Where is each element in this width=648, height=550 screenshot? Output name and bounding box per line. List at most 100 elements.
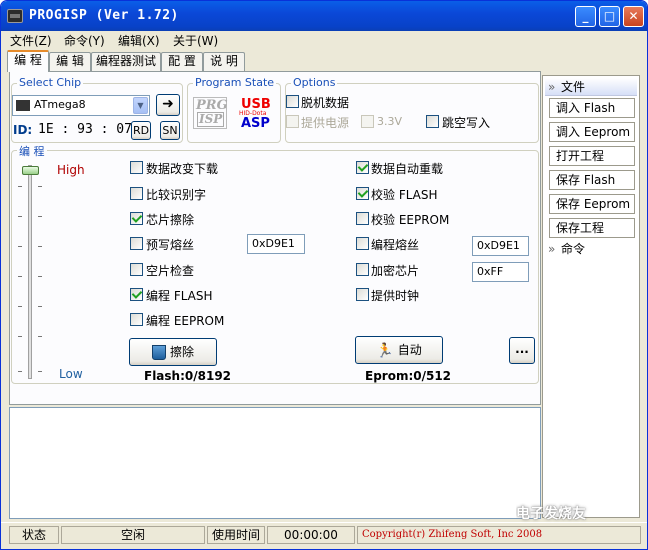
flash-counter: Flash:0/8192 [144, 369, 232, 383]
sidebar-item-load-flash[interactable]: 调入 Flash [549, 98, 635, 118]
running-man-icon: 🏃 [376, 342, 394, 359]
menu-about[interactable]: 关于(W) [173, 32, 218, 49]
eeprom-counter: Eprom:0/512 [365, 369, 452, 383]
sidebar-file-label: 文件 [561, 80, 586, 94]
auto-button[interactable]: 🏃 自动 [355, 336, 443, 364]
program-fuse-field[interactable]: 0xD9E1 [472, 236, 529, 256]
elapsed-time-label: 使用时间 [207, 526, 265, 544]
program-eeprom-checkbox[interactable] [130, 313, 143, 326]
lock-bits-field[interactable]: 0xFF [472, 262, 529, 282]
compare-signature-checkbox[interactable] [130, 187, 143, 200]
sidebar-item-load-eeprom[interactable]: 调入 Eeprom [549, 122, 635, 142]
select-chip-label: Select Chip [17, 76, 84, 89]
sidebar-item-save-eeprom[interactable]: 保存 Eeprom [549, 194, 635, 214]
window-title: PROGISP (Ver 1.72) [29, 8, 179, 23]
isp-text: ISP [197, 112, 225, 127]
auto-button-label: 自动 [397, 343, 422, 357]
speed-slider-thumb[interactable] [22, 166, 39, 175]
skip-blank-checkbox[interactable] [426, 115, 439, 128]
verify-eeprom-checkbox[interactable] [356, 212, 369, 225]
voltage-checkbox [361, 115, 374, 128]
program-state-label: Program State [193, 76, 277, 89]
tab-config[interactable]: 配 置 [161, 52, 203, 71]
asp-text: ASP [241, 116, 270, 131]
tab-help[interactable]: 说 明 [203, 52, 245, 71]
chevron-up-icon: » [548, 80, 556, 94]
tab-tester[interactable]: 编程器测试 [91, 52, 161, 71]
speed-slider-track[interactable] [28, 165, 32, 379]
slider-tick [18, 306, 22, 307]
download-on-change-label: 数据改变下载 [146, 162, 219, 176]
log-output[interactable] [9, 407, 541, 519]
trash-icon [151, 345, 166, 360]
lock-chip-label: 加密芯片 [371, 264, 420, 278]
chip-id-label: ID: [13, 123, 33, 137]
blank-check-checkbox[interactable] [130, 263, 143, 276]
sidebar-item-open-project[interactable]: 打开工程 [549, 146, 635, 166]
verify-eeprom-label: 校验 EEPROM [371, 213, 450, 227]
supply-clock-checkbox[interactable] [356, 288, 369, 301]
program-flash-label: 编程 FLASH [146, 289, 213, 303]
watermark: 电子发烧友 [516, 503, 638, 527]
prewrite-fuse-checkbox[interactable] [130, 237, 143, 250]
verify-flash-checkbox[interactable] [356, 187, 369, 200]
menu-file[interactable]: 文件(Z) [10, 32, 52, 49]
supply-power-label: 提供电源 [301, 116, 350, 130]
slider-tick [18, 336, 22, 337]
slider-tick [18, 186, 22, 187]
options-label: Options [291, 76, 338, 89]
slider-tick [38, 246, 42, 247]
watermark-text: 电子发烧友 [516, 506, 586, 522]
slider-tick [38, 216, 42, 217]
sidebar-command-label: 命令 [561, 242, 586, 256]
tab-program[interactable]: 编 程 [7, 50, 49, 72]
prg-isp-logo: PRG ISP [193, 97, 228, 129]
chevron-down-icon[interactable]: ▼ [133, 97, 148, 114]
speed-low-label: Low [59, 367, 83, 381]
erase-button[interactable]: 擦除 [129, 338, 217, 366]
slider-tick [38, 336, 42, 337]
voltage-label: 3.3V [377, 115, 403, 128]
minimize-button[interactable]: _ [575, 6, 596, 27]
sn-button[interactable]: SN [160, 121, 180, 140]
sidebar-item-save-flash[interactable]: 保存 Flash [549, 170, 635, 190]
supply-power-checkbox [286, 115, 299, 128]
slider-tick [18, 371, 22, 372]
supply-clock-label: 提供时钟 [371, 289, 420, 303]
sidebar-item-save-project[interactable]: 保存工程 [549, 218, 635, 238]
more-button[interactable]: ... [509, 337, 535, 364]
close-button[interactable]: ✕ [623, 6, 644, 27]
status-label: 状态 [9, 526, 59, 544]
tab-edit[interactable]: 编 辑 [49, 52, 91, 71]
rd-button[interactable]: RD [131, 121, 151, 140]
menu-command[interactable]: 命令(Y) [64, 32, 105, 49]
status-value: 空闲 [61, 526, 205, 544]
program-fuse-checkbox[interactable] [356, 237, 369, 250]
chip-select[interactable]: ATmega8 ▼ [12, 95, 150, 116]
sidebar-command-header[interactable]: » 命令 [545, 240, 637, 258]
offline-data-checkbox[interactable] [286, 95, 299, 108]
download-on-change-checkbox[interactable] [130, 161, 143, 174]
program-flash-checkbox[interactable] [130, 288, 143, 301]
copyright-text: Copyright(r) Zhifeng Soft, Inc 2008 [357, 526, 641, 544]
slider-tick [38, 276, 42, 277]
auto-reload-checkbox[interactable] [356, 161, 369, 174]
program-group: 编 程 [11, 143, 539, 384]
arrow-right-button[interactable]: ➜ [156, 94, 180, 116]
options-group: Options [285, 76, 539, 143]
slider-tick [18, 276, 22, 277]
prewrite-fuse-field[interactable]: 0xD9E1 [247, 234, 305, 254]
menu-edit[interactable]: 编辑(X) [118, 32, 160, 49]
title-bar[interactable]: PROGISP (Ver 1.72) _ □ ✕ [1, 1, 647, 31]
speed-high-label: High [57, 163, 85, 177]
lock-chip-checkbox[interactable] [356, 263, 369, 276]
slider-tick [38, 371, 42, 372]
chip-erase-checkbox[interactable] [130, 212, 143, 225]
chip-icon [7, 9, 23, 23]
chip-erase-label: 芯片擦除 [146, 213, 195, 227]
blank-check-label: 空片检查 [146, 264, 195, 278]
verify-flash-label: 校验 FLASH [371, 188, 438, 202]
usb-asp-logo: USB HID-Dota ASP [237, 97, 277, 131]
sidebar-file-header[interactable]: » 文件 [545, 78, 637, 96]
maximize-button[interactable]: □ [599, 6, 620, 27]
